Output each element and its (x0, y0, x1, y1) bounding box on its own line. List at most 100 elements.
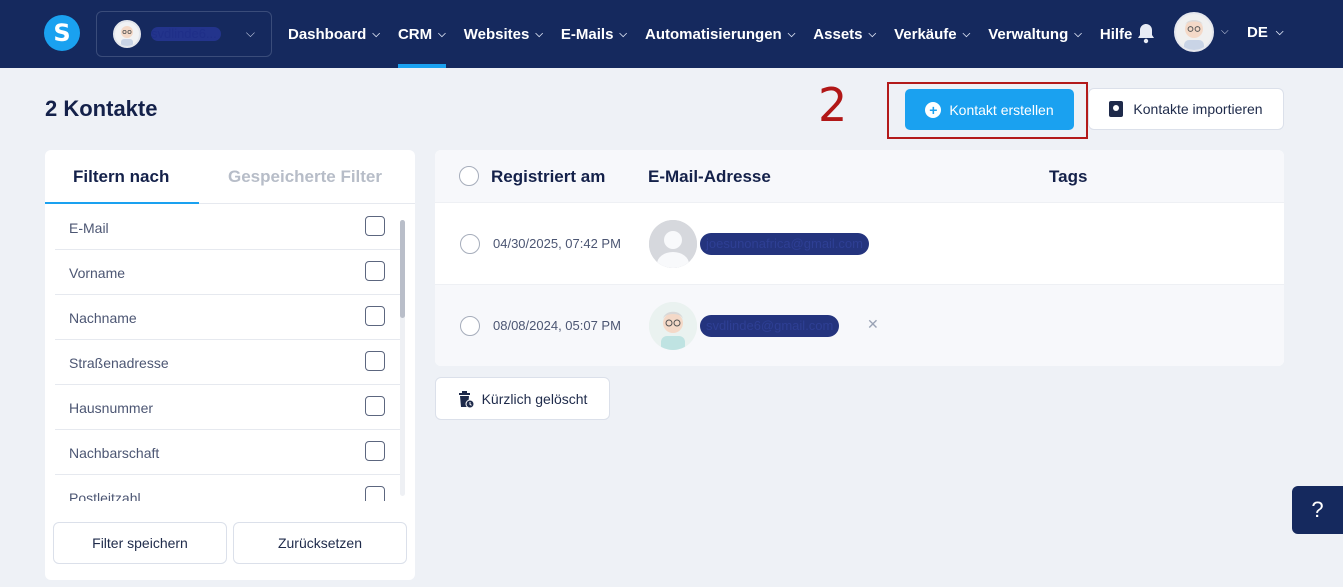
select-all-radio[interactable] (459, 166, 479, 186)
bell-icon[interactable] (1136, 22, 1156, 44)
language-switcher[interactable]: DE ⌵ (1247, 24, 1283, 41)
filter-actions: Filter speichern Zurücksetzen (53, 522, 407, 564)
contact-email[interactable]: joesunonafrica@gmail.com (700, 233, 869, 255)
language-label: DE (1247, 24, 1268, 41)
filter-panel: Filtern nach Gespeicherte Filter E-Mail … (45, 150, 415, 580)
chevron-down-icon: ⌵ (438, 28, 446, 40)
filter-row-street: Straßenadresse (55, 340, 403, 385)
table-header: Registriert am E-Mail-Adresse Tags (435, 150, 1284, 202)
chevron-down-icon: ⌵ (787, 28, 796, 40)
plus-circle-icon: + (925, 101, 942, 118)
filter-row-postal-code: Postleitzahl (55, 475, 403, 501)
filter-label: E-Mail (69, 220, 109, 236)
chevron-down-icon: ⌵ (372, 28, 380, 40)
menu-websites[interactable]: Websites ⌵ (464, 0, 543, 68)
filter-checkbox[interactable] (365, 441, 385, 461)
tab-saved-filters[interactable]: Gespeicherte Filter (228, 167, 382, 187)
step-marker: 2 (818, 78, 848, 132)
menu-sales[interactable]: Verkäufe ⌵ (894, 0, 970, 68)
chevron-down-icon: ⌵ (962, 28, 971, 40)
menu-emails[interactable]: E-Mails ⌵ (561, 0, 627, 68)
menu-label: CRM (397, 25, 433, 43)
filter-checkbox[interactable] (365, 216, 385, 236)
menu-label: Dashboard (288, 25, 367, 43)
tab-filter-by[interactable]: Filtern nach (73, 167, 169, 187)
menu-label: Websites (463, 25, 530, 43)
menu-dashboard[interactable]: Dashboard ⌵ (288, 0, 380, 68)
filter-checkbox[interactable] (365, 351, 385, 371)
recently-deleted-button[interactable]: Kürzlich gelöscht (435, 377, 610, 420)
menu-help[interactable]: Hilfe (1100, 0, 1133, 68)
column-email[interactable]: E-Mail-Adresse (648, 167, 771, 187)
filter-label: Nachname (69, 310, 137, 326)
trash-clock-icon (458, 390, 475, 408)
contact-card-icon (1109, 101, 1124, 117)
recently-deleted-label: Kürzlich gelöscht (481, 390, 588, 407)
chevron-down-icon: ⌵ (535, 28, 543, 40)
registered-date: 08/08/2024, 05:07 PM (493, 318, 621, 333)
filter-label: Postleitzahl (69, 490, 141, 501)
active-tab-indicator (45, 202, 199, 204)
column-tags[interactable]: Tags (1049, 167, 1087, 187)
user-avatar[interactable] (1174, 12, 1214, 52)
top-navigation: S svdlinde6... ⌵ Dashboard ⌵ CRM ⌵ Website… (0, 0, 1343, 68)
menu-label: Assets (813, 25, 863, 43)
filter-label: Nachbarschaft (69, 445, 160, 461)
help-button[interactable]: ? (1292, 486, 1343, 534)
filter-label: Hausnummer (69, 400, 154, 416)
filter-checkbox[interactable] (365, 261, 385, 281)
import-contacts-button[interactable]: Kontakte importieren (1088, 88, 1284, 130)
account-name: svdlinde6... (151, 27, 221, 41)
chevron-down-icon: ⌵ (868, 28, 877, 40)
table-row[interactable]: 08/08/2024, 05:07 PM svdlinde6@gmail.com… (435, 284, 1284, 366)
menu-label: E-Mails (560, 25, 614, 43)
row-select-radio[interactable] (460, 234, 480, 254)
filter-checkbox[interactable] (365, 396, 385, 416)
menu-label: Automatisierungen (645, 25, 782, 43)
menu-label: Hilfe (1099, 25, 1133, 43)
row-select-radio[interactable] (460, 316, 480, 336)
filter-list: E-Mail Vorname Nachname Straßenadresse H… (45, 205, 403, 501)
chevron-down-icon[interactable]: ⌵ (1221, 26, 1229, 37)
page-title: 2 Kontakte (45, 96, 158, 121)
placeholder-avatar (649, 220, 697, 268)
filter-checkbox[interactable] (365, 306, 385, 326)
column-registered[interactable]: Registriert am (491, 167, 605, 187)
filter-scrollbar[interactable] (400, 220, 405, 496)
menu-assets[interactable]: Assets ⌵ (813, 0, 876, 68)
account-avatar (113, 20, 141, 48)
import-contacts-label: Kontakte importieren (1133, 101, 1263, 117)
filter-tabs: Filtern nach Gespeicherte Filter (45, 150, 415, 204)
save-filter-button[interactable]: Filter speichern (53, 522, 227, 564)
chevron-down-icon: ⌵ (245, 26, 255, 40)
menu-administration[interactable]: Verwaltung ⌵ (988, 0, 1082, 68)
menu-crm[interactable]: CRM ⌵ (397, 0, 446, 68)
scrollbar-thumb[interactable] (400, 220, 405, 318)
contacts-table: Registriert am E-Mail-Adresse Tags 04/30… (435, 150, 1284, 366)
menu-label: Verwaltung (988, 25, 1069, 43)
chevron-down-icon: ⌵ (1275, 27, 1284, 38)
reset-button[interactable]: Zurücksetzen (233, 522, 407, 564)
filter-checkbox[interactable] (365, 486, 385, 501)
create-contact-button[interactable]: + Kontakt erstellen (905, 89, 1074, 130)
filter-label: Straßenadresse (69, 355, 169, 371)
user-avatar (649, 302, 697, 350)
filter-row-neighborhood: Nachbarschaft (55, 430, 403, 475)
filter-label: Vorname (69, 265, 126, 281)
registered-date: 04/30/2025, 07:42 PM (493, 236, 621, 251)
menu-label: Verkäufe (894, 25, 957, 43)
chevron-down-icon: ⌵ (1074, 28, 1082, 40)
chevron-down-icon: ⌵ (619, 28, 628, 40)
menu-automations[interactable]: Automatisierungen ⌵ (645, 0, 795, 68)
filter-row-first-name: Vorname (55, 250, 403, 295)
contact-email[interactable]: svdlinde6@gmail.com (700, 315, 840, 337)
account-switcher[interactable]: svdlinde6... ⌵ (96, 11, 272, 57)
create-contact-label: Kontakt erstellen (949, 101, 1054, 118)
filter-row-last-name: Nachname (55, 295, 403, 340)
main-menu: Dashboard ⌵ CRM ⌵ Websites ⌵ E-Mails ⌵ Autom… (288, 0, 1150, 68)
table-row[interactable]: 04/30/2025, 07:42 PM joesunonafrica@gmai… (435, 202, 1284, 284)
app-logo[interactable]: S (44, 15, 80, 51)
close-icon[interactable]: ✕ (867, 316, 879, 333)
filter-row-email: E-Mail (55, 205, 403, 250)
filter-row-house-number: Hausnummer (55, 385, 403, 430)
